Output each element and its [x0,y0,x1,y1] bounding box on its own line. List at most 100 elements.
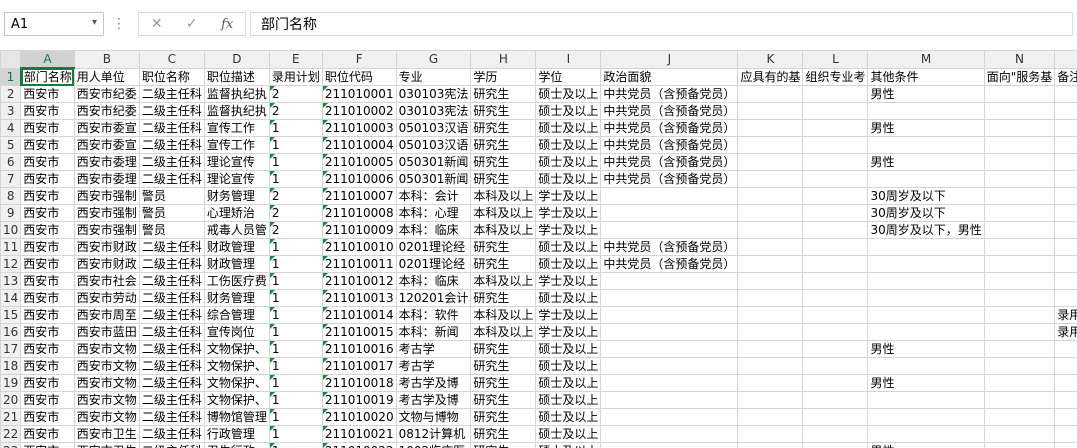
cell-b6[interactable]: 西安市委理 [73,153,140,171]
cell-h18[interactable]: 研究生 [470,357,537,375]
row-header-8[interactable]: 8 [0,187,22,205]
cell-g13[interactable]: 本科：临床 [395,272,472,290]
cell-c17[interactable]: 二级主任科 [138,340,205,358]
cell-m1[interactable]: 其他条件 [867,67,985,86]
cell-h14[interactable]: 研究生 [470,289,537,307]
cell-f19[interactable]: 211010018 [321,374,397,392]
cell-g19[interactable]: 考古学及博 [395,374,472,392]
cell-o10[interactable] [1054,221,1077,239]
cell-n10[interactable] [983,221,1056,239]
cell-n19[interactable] [983,374,1056,392]
cell-g11[interactable]: 0201理论经 [395,238,472,256]
cell-b2[interactable]: 西安市纪委 [73,85,140,103]
cell-k14[interactable] [737,289,804,307]
cell-d15[interactable]: 综合管理 [203,306,270,324]
cell-h15[interactable]: 本科及以上 [470,306,537,324]
cell-d3[interactable]: 监督执纪执 [203,102,270,120]
cell-j5[interactable]: 中共党员（含预备党员） [600,136,739,154]
cell-j16[interactable] [600,323,739,341]
cell-a23[interactable]: 西安市 [20,442,75,448]
cell-o7[interactable] [1054,170,1077,188]
cell-n5[interactable] [983,136,1056,154]
cell-m7[interactable] [867,170,985,188]
cell-m12[interactable] [867,255,985,273]
cell-i6[interactable]: 硕士及以上 [535,153,602,171]
cell-a12[interactable]: 西安市 [20,255,75,273]
cell-k1[interactable]: 应具有的基 [737,67,804,86]
cell-m13[interactable] [867,272,985,290]
cell-d12[interactable]: 财政管理 [203,255,270,273]
cell-n13[interactable] [983,272,1056,290]
column-header-c[interactable]: C [138,50,205,69]
cell-h10[interactable]: 本科及以上 [470,221,537,239]
cell-l19[interactable] [802,374,869,392]
cell-e7[interactable]: 1 [268,170,323,188]
cell-j1[interactable]: 政治面貌 [600,67,739,86]
row-header-11[interactable]: 11 [0,238,22,256]
cell-j22[interactable] [600,425,739,443]
row-header-15[interactable]: 15 [0,306,22,324]
cell-a3[interactable]: 西安市 [20,102,75,120]
row-header-19[interactable]: 19 [0,374,22,392]
cell-n20[interactable] [983,391,1056,409]
cell-i13[interactable]: 学士及以上 [535,272,602,290]
cell-h13[interactable]: 本科及以上 [470,272,537,290]
cell-k16[interactable] [737,323,804,341]
cell-b9[interactable]: 西安市强制 [73,204,140,222]
cell-o17[interactable] [1054,340,1077,358]
cell-l22[interactable] [802,425,869,443]
column-header-j[interactable]: J [600,50,739,69]
cell-b21[interactable]: 西安市文物 [73,408,140,426]
cell-f4[interactable]: 211010003 [321,119,397,137]
cell-j9[interactable] [600,204,739,222]
cell-j20[interactable] [600,391,739,409]
cell-j19[interactable] [600,374,739,392]
row-header-14[interactable]: 14 [0,289,22,307]
cell-a18[interactable]: 西安市 [20,357,75,375]
cell-e8[interactable]: 2 [268,187,323,205]
cell-m16[interactable] [867,323,985,341]
cell-j8[interactable] [600,187,739,205]
cell-l3[interactable] [802,102,869,120]
cell-k23[interactable] [737,442,804,448]
cell-i3[interactable]: 硕士及以上 [535,102,602,120]
cell-n11[interactable] [983,238,1056,256]
column-header-n[interactable]: N [983,50,1056,69]
cell-d1[interactable]: 职位描述 [203,67,270,86]
cell-k15[interactable] [737,306,804,324]
cell-i5[interactable]: 硕士及以上 [535,136,602,154]
cell-j15[interactable] [600,306,739,324]
cell-k9[interactable] [737,204,804,222]
cell-f20[interactable]: 211010019 [321,391,397,409]
cell-f21[interactable]: 211010020 [321,408,397,426]
cell-b16[interactable]: 西安市蓝田 [73,323,140,341]
cell-h2[interactable]: 研究生 [470,85,537,103]
cell-l11[interactable] [802,238,869,256]
cell-e15[interactable]: 1 [268,306,323,324]
cell-c3[interactable]: 二级主任科 [138,102,205,120]
cell-l13[interactable] [802,272,869,290]
cell-g21[interactable]: 文物与博物 [395,408,472,426]
cell-c18[interactable]: 二级主任科 [138,357,205,375]
cell-k21[interactable] [737,408,804,426]
cell-o13[interactable] [1054,272,1077,290]
cell-a22[interactable]: 西安市 [20,425,75,443]
cell-c6[interactable]: 二级主任科 [138,153,205,171]
cell-e5[interactable]: 1 [268,136,323,154]
cell-n18[interactable] [983,357,1056,375]
cell-i9[interactable]: 学士及以上 [535,204,602,222]
cell-o6[interactable] [1054,153,1077,171]
cell-d11[interactable]: 财政管理 [203,238,270,256]
cell-g1[interactable]: 专业 [395,67,472,86]
select-all-corner[interactable] [0,50,22,69]
cell-a10[interactable]: 西安市 [20,221,75,239]
cell-i7[interactable]: 硕士及以上 [535,170,602,188]
cell-e20[interactable]: 1 [268,391,323,409]
cell-b17[interactable]: 西安市文物 [73,340,140,358]
column-header-l[interactable]: L [802,50,869,69]
cell-i8[interactable]: 学士及以上 [535,187,602,205]
cell-g18[interactable]: 考古学 [395,357,472,375]
cell-b3[interactable]: 西安市纪委 [73,102,140,120]
cell-m2[interactable]: 男性 [867,85,985,103]
cell-n14[interactable] [983,289,1056,307]
